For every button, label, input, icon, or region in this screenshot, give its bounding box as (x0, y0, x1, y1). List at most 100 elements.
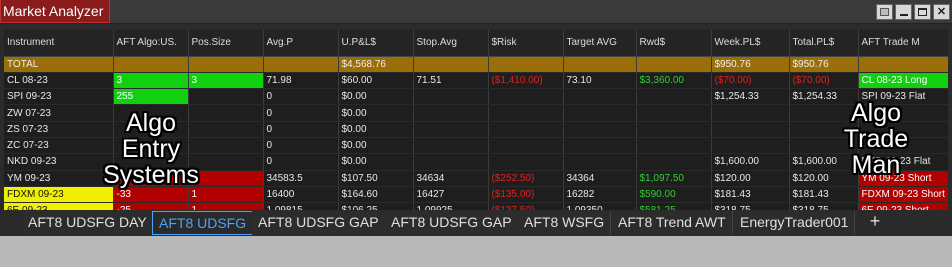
table-cell: $181.43 (711, 186, 790, 204)
column-header[interactable]: Target AVG (563, 30, 637, 57)
tab[interactable]: AFT8 UDSFG GAP (252, 211, 386, 235)
close-button[interactable]: ✕ (933, 4, 950, 20)
table-cell (636, 137, 712, 155)
column-header[interactable]: Rwd$ (636, 30, 712, 57)
table-cell: $60.00 (338, 72, 414, 90)
column-header[interactable]: Week.PL$ (711, 30, 790, 57)
table-cell (563, 56, 637, 73)
table-cell: 0 (263, 88, 339, 106)
column-header[interactable]: Total.PL$ (789, 30, 859, 57)
table-cell: FDXM 09-23 (4, 186, 114, 204)
tab[interactable]: AFT8 WSFG (518, 211, 612, 235)
title-bar: Market Analyzer ✕ (0, 0, 952, 24)
table-cell (636, 121, 712, 138)
table-cell: $1,254.33 (711, 88, 790, 106)
table-cell (263, 56, 339, 73)
table-cell: 3 (113, 72, 189, 90)
table-cell: ($252.50) (488, 170, 564, 187)
column-header[interactable]: Instrument (4, 30, 114, 57)
table-cell: 34364 (563, 170, 637, 187)
column-header[interactable]: Pos.Size (188, 30, 264, 57)
table-cell (413, 137, 489, 155)
overlay-left-line: Systems (103, 161, 199, 189)
table-cell: TOTAL (4, 56, 114, 73)
table-cell: $0.00 (338, 153, 414, 171)
algo-entry-systems-overlay: Algo Entry Systems (86, 110, 216, 188)
table-cell: 16427 (413, 186, 489, 204)
minimize-button[interactable] (895, 4, 912, 20)
table-cell (563, 104, 637, 122)
table-cell (711, 104, 790, 122)
table-cell (413, 153, 489, 171)
table-cell: FDXM 09-23 Short (858, 186, 948, 204)
table-cell (711, 137, 790, 155)
tab[interactable]: AFT8 UDSFG DAY (22, 211, 154, 235)
table-cell (488, 88, 564, 106)
table-cell (188, 88, 264, 106)
table-cell: 71.51 (413, 72, 489, 90)
overlay-right-line: Algo (850, 99, 902, 127)
table-cell (636, 56, 712, 73)
table-cell (188, 56, 264, 73)
total-row[interactable]: TOTAL $4,568.76 $950.76 $950.76 (4, 56, 948, 73)
table-cell: SPI 09-23 (4, 88, 114, 106)
table-cell (413, 56, 489, 73)
table-cell: 255 (113, 88, 189, 106)
restore-icon (880, 8, 889, 16)
algo-trade-man-overlay: Algo Trade Man (828, 100, 924, 178)
table-cell (858, 56, 948, 73)
add-tab-button[interactable]: + (864, 211, 886, 233)
table-cell: $120.00 (711, 170, 790, 187)
table-cell (636, 104, 712, 122)
table-cell (413, 88, 489, 106)
table-cell: CL 08-23 Long (858, 72, 948, 90)
table-cell: $3,360.00 (636, 72, 712, 90)
table-cell: 0 (263, 121, 339, 138)
close-icon: ✕ (936, 5, 947, 18)
tab[interactable]: AFT8 UDSFG GAP (385, 211, 519, 235)
column-header[interactable]: U.P&L$ (338, 30, 414, 57)
table-cell: 34583.5 (263, 170, 339, 187)
column-header[interactable]: AFT Algo:US. (113, 30, 189, 57)
table-header-row: Instrument AFT Algo:US. Pos.Size Avg.P U.P&L… (4, 30, 948, 57)
table-cell: 34634 (413, 170, 489, 187)
overlay-right-line: Man (851, 151, 901, 179)
table-cell: 0 (263, 137, 339, 155)
table-cell: ($1,410.00) (488, 72, 564, 90)
table-cell (711, 121, 790, 138)
table-cell (488, 137, 564, 155)
tab[interactable]: EnergyTrader001 (734, 211, 856, 235)
maximize-button[interactable] (914, 4, 931, 20)
table-cell: 0 (263, 153, 339, 171)
maximize-icon (918, 8, 927, 16)
table-cell: $181.43 (789, 186, 859, 204)
table-cell (636, 153, 712, 171)
table-row[interactable]: CL 08-23 3 3 71.98 $60.00 71.51 ($1,410.00) 73.… (4, 72, 948, 90)
table-cell (563, 137, 637, 155)
column-header[interactable]: $Risk (488, 30, 564, 57)
restore-button[interactable] (876, 4, 893, 20)
table-cell: $0.00 (338, 121, 414, 138)
tab[interactable]: AFT8 UDSFG (152, 211, 254, 235)
table-cell (413, 121, 489, 138)
table-cell (563, 121, 637, 138)
table-cell: 1 (188, 186, 264, 204)
window-title[interactable]: Market Analyzer (0, 0, 110, 23)
table-cell: 3 (188, 72, 264, 90)
table-cell: $4,568.76 (338, 56, 414, 73)
table-cell: $0.00 (338, 88, 414, 106)
table-cell: $164.60 (338, 186, 414, 204)
table-cell: $1,600.00 (711, 153, 790, 171)
table-cell (488, 104, 564, 122)
column-header[interactable]: Stop.Avg (413, 30, 489, 57)
table-cell: $0.00 (338, 104, 414, 122)
tab[interactable]: AFT8 Trend AWT (612, 211, 733, 235)
overlay-left-line: Algo (125, 109, 177, 137)
table-cell: $0.00 (338, 137, 414, 155)
table-cell: ($135.00) (488, 186, 564, 204)
table-cell: $107.50 (338, 170, 414, 187)
table-row[interactable]: SPI 09-23 255 0 $0.00 $1,254.33 $1,254.33 SPI … (4, 88, 948, 106)
column-header[interactable]: Avg.P (263, 30, 339, 57)
table-cell: 71.98 (263, 72, 339, 90)
column-header[interactable]: AFT Trade M (858, 30, 948, 57)
